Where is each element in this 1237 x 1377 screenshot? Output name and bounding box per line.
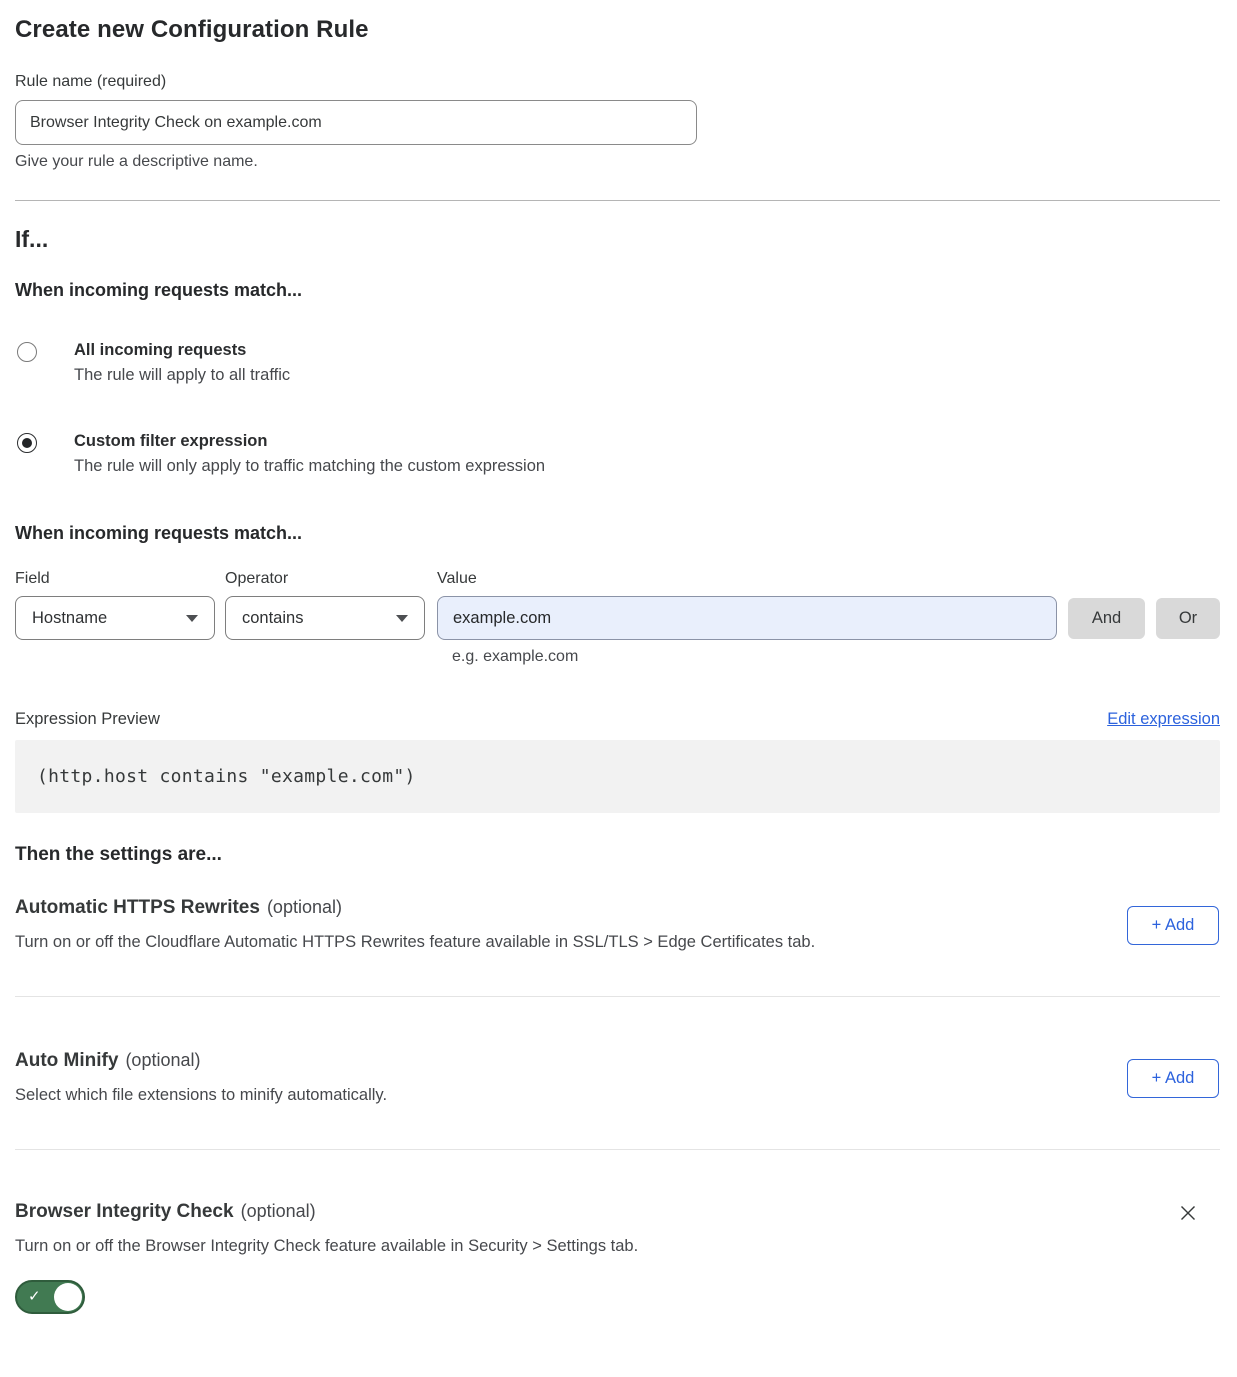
divider xyxy=(15,200,1220,201)
setting-title: Automatic HTTPS Rewrites xyxy=(15,897,260,919)
operator-label: Operator xyxy=(225,570,437,588)
page-title: Create new Configuration Rule xyxy=(15,16,1220,44)
operator-select[interactable]: contains xyxy=(225,596,425,640)
radio-label: Custom filter expression xyxy=(74,432,545,451)
divider xyxy=(15,996,1220,997)
expression-preview-code: (http.host contains "example.com") xyxy=(15,740,1220,813)
add-button[interactable]: + Add xyxy=(1127,1059,1219,1098)
expression-preview-row: Expression Preview Edit expression xyxy=(15,710,1220,729)
x-icon xyxy=(1178,1203,1198,1223)
add-button[interactable]: + Add xyxy=(1127,906,1219,945)
radio-texts: Custom filter expression The rule will o… xyxy=(74,432,545,476)
and-button[interactable]: And xyxy=(1068,598,1145,639)
radio-label: All incoming requests xyxy=(74,341,290,360)
setting-optional-tag: (optional) xyxy=(267,897,342,918)
setting-auto-minify: Auto Minify (optional) Select which file… xyxy=(15,1050,1220,1105)
setting-title: Auto Minify xyxy=(15,1050,118,1072)
setting-browser-integrity-check: Browser Integrity Check (optional) Turn … xyxy=(15,1201,1220,1319)
setting-automatic-https-rewrites: Automatic HTTPS Rewrites (optional) Turn… xyxy=(15,897,1220,952)
chevron-down-icon xyxy=(396,615,408,622)
setting-title: Browser Integrity Check xyxy=(15,1201,234,1223)
edit-expression-link[interactable]: Edit expression xyxy=(1107,710,1220,729)
radio-description: The rule will apply to all traffic xyxy=(74,366,290,385)
rule-name-input[interactable] xyxy=(15,100,697,145)
field-select-value: Hostname xyxy=(32,609,107,628)
setting-description: Select which file extensions to minify a… xyxy=(15,1086,1220,1105)
value-label: Value xyxy=(437,570,477,588)
setting-title-row: Browser Integrity Check (optional) xyxy=(15,1201,1220,1223)
if-heading: If... xyxy=(15,226,1220,253)
create-configuration-rule-page: Create new Configuration Rule Rule name … xyxy=(0,0,1237,1319)
value-input[interactable] xyxy=(437,596,1057,640)
radio-description: The rule will only apply to traffic matc… xyxy=(74,457,545,476)
chevron-down-icon xyxy=(186,615,198,622)
expression-preview-label: Expression Preview xyxy=(15,710,160,729)
radio-button-icon[interactable] xyxy=(17,433,37,453)
expression-code-text: (http.host contains "example.com") xyxy=(37,766,416,787)
setting-description: Turn on or off the Browser Integrity Che… xyxy=(15,1237,1220,1256)
radio-all-incoming-requests[interactable]: All incoming requests The rule will appl… xyxy=(15,341,1220,385)
expression-builder-heading: When incoming requests match... xyxy=(15,523,1220,544)
radio-texts: All incoming requests The rule will appl… xyxy=(74,341,290,385)
field-label: Field xyxy=(15,570,225,588)
close-button[interactable] xyxy=(1178,1203,1198,1223)
setting-title-row: Auto Minify (optional) xyxy=(15,1050,1220,1072)
or-button[interactable]: Or xyxy=(1156,598,1220,639)
builder-labels: Field Operator Value xyxy=(15,570,1220,588)
browser-integrity-check-toggle[interactable]: ✓ xyxy=(15,1280,85,1314)
rule-name-help: Give your rule a descriptive name. xyxy=(15,153,1220,171)
field-select[interactable]: Hostname xyxy=(15,596,215,640)
setting-description: Turn on or off the Cloudflare Automatic … xyxy=(15,933,1220,952)
setting-optional-tag: (optional) xyxy=(241,1201,316,1222)
setting-title-row: Automatic HTTPS Rewrites (optional) xyxy=(15,897,1220,919)
match-heading: When incoming requests match... xyxy=(15,280,1220,301)
radio-button-icon[interactable] xyxy=(17,342,37,362)
expression-builder-row: Hostname contains And Or xyxy=(15,596,1220,640)
check-icon: ✓ xyxy=(28,1287,41,1307)
value-help: e.g. example.com xyxy=(452,648,1220,666)
then-settings-heading: Then the settings are... xyxy=(15,844,1220,866)
setting-optional-tag: (optional) xyxy=(125,1050,200,1071)
toggle-knob[interactable] xyxy=(54,1283,82,1311)
operator-select-value: contains xyxy=(242,609,303,628)
rule-name-label: Rule name (required) xyxy=(15,73,1220,91)
divider xyxy=(15,1149,1220,1150)
radio-custom-filter-expression[interactable]: Custom filter expression The rule will o… xyxy=(15,432,1220,476)
